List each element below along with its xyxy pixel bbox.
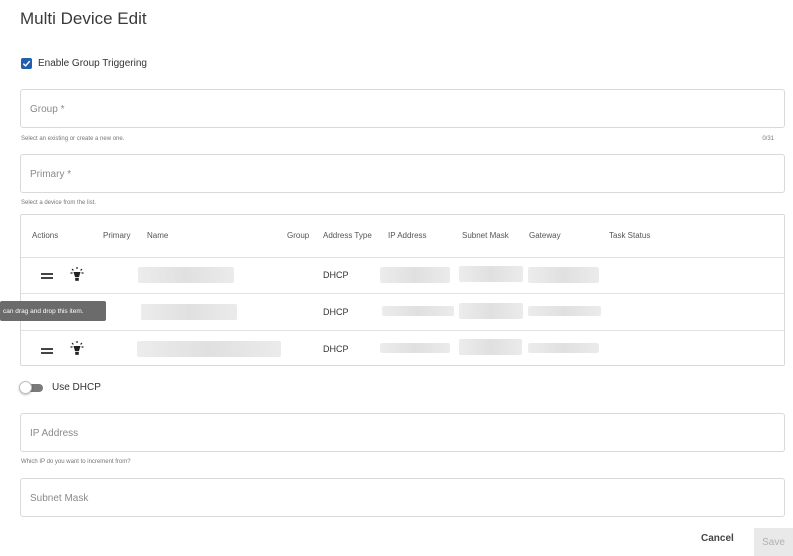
use-dhcp-toggle[interactable]	[19, 381, 43, 394]
ip-address-placeholder: IP Address	[30, 428, 79, 439]
subnet-mask-field[interactable]: Subnet Mask	[20, 478, 785, 517]
enable-group-triggering-checkbox[interactable]	[21, 58, 32, 69]
group-counter: 0/31	[762, 136, 774, 142]
group-field[interactable]: Group *	[20, 89, 785, 128]
th-primary: Primary	[103, 231, 131, 240]
ip-address-field[interactable]: IP Address	[20, 413, 785, 452]
subnet-redacted	[459, 303, 523, 319]
primary-hint: Select a device from the list.	[21, 200, 97, 206]
address-type-cell: DHCP	[323, 270, 349, 280]
th-ip-address[interactable]: IP Address	[388, 231, 427, 240]
cancel-button[interactable]: Cancel	[701, 533, 734, 544]
primary-field[interactable]: Primary *	[20, 154, 785, 193]
drag-handle-icon[interactable]	[41, 348, 53, 356]
group-hint: Select an existing or create a new one.	[21, 136, 125, 142]
ip-redacted	[380, 267, 450, 283]
ip-address-hint: Which IP do you want to increment from?	[21, 459, 131, 465]
address-type-cell: DHCP	[323, 307, 349, 317]
enable-group-triggering[interactable]: Enable Group Triggering	[21, 58, 147, 69]
address-type-cell: DHCP	[323, 344, 349, 354]
page-title: Multi Device Edit	[20, 9, 147, 28]
lightbulb-icon[interactable]	[70, 266, 84, 283]
lightbulb-icon[interactable]	[70, 340, 84, 357]
subnet-redacted	[459, 266, 523, 282]
gateway-redacted	[528, 306, 601, 316]
check-icon	[22, 60, 31, 67]
drag-handle-icon[interactable]	[41, 273, 53, 281]
group-placeholder: Group *	[30, 104, 65, 115]
ip-redacted	[380, 343, 450, 353]
primary-placeholder: Primary *	[30, 169, 72, 180]
ip-redacted	[382, 306, 454, 316]
th-subnet-mask[interactable]: Subnet Mask	[462, 231, 509, 240]
th-group[interactable]: Group	[287, 231, 309, 240]
use-dhcp-label: Use DHCP	[52, 381, 101, 393]
use-dhcp-toggle-row[interactable]: Use DHCP	[19, 381, 101, 394]
name-redacted	[141, 304, 237, 320]
th-task-status[interactable]: Task Status	[609, 231, 650, 240]
th-gateway[interactable]: Gateway	[529, 231, 561, 240]
th-actions: Actions	[32, 231, 59, 240]
subnet-mask-placeholder: Subnet Mask	[30, 493, 89, 504]
th-name[interactable]: Name	[147, 231, 168, 240]
table-row[interactable]: DHCP	[21, 331, 784, 367]
subnet-redacted	[459, 339, 522, 355]
table-row[interactable]: DHCP	[21, 294, 784, 331]
gateway-redacted	[528, 267, 599, 283]
table-row[interactable]: DHCP	[21, 257, 784, 294]
drag-tooltip: can drag and drop this item.	[0, 301, 106, 321]
enable-group-triggering-label: Enable Group Triggering	[38, 58, 147, 69]
device-table: Actions Primary Name Group Address Type …	[20, 214, 785, 366]
gateway-redacted	[528, 343, 599, 353]
table-header: Actions Primary Name Group Address Type …	[21, 215, 784, 258]
save-button[interactable]: Save	[754, 528, 793, 556]
th-address-type[interactable]: Address Type	[323, 231, 372, 240]
name-redacted	[138, 267, 234, 283]
name-redacted	[137, 341, 281, 357]
